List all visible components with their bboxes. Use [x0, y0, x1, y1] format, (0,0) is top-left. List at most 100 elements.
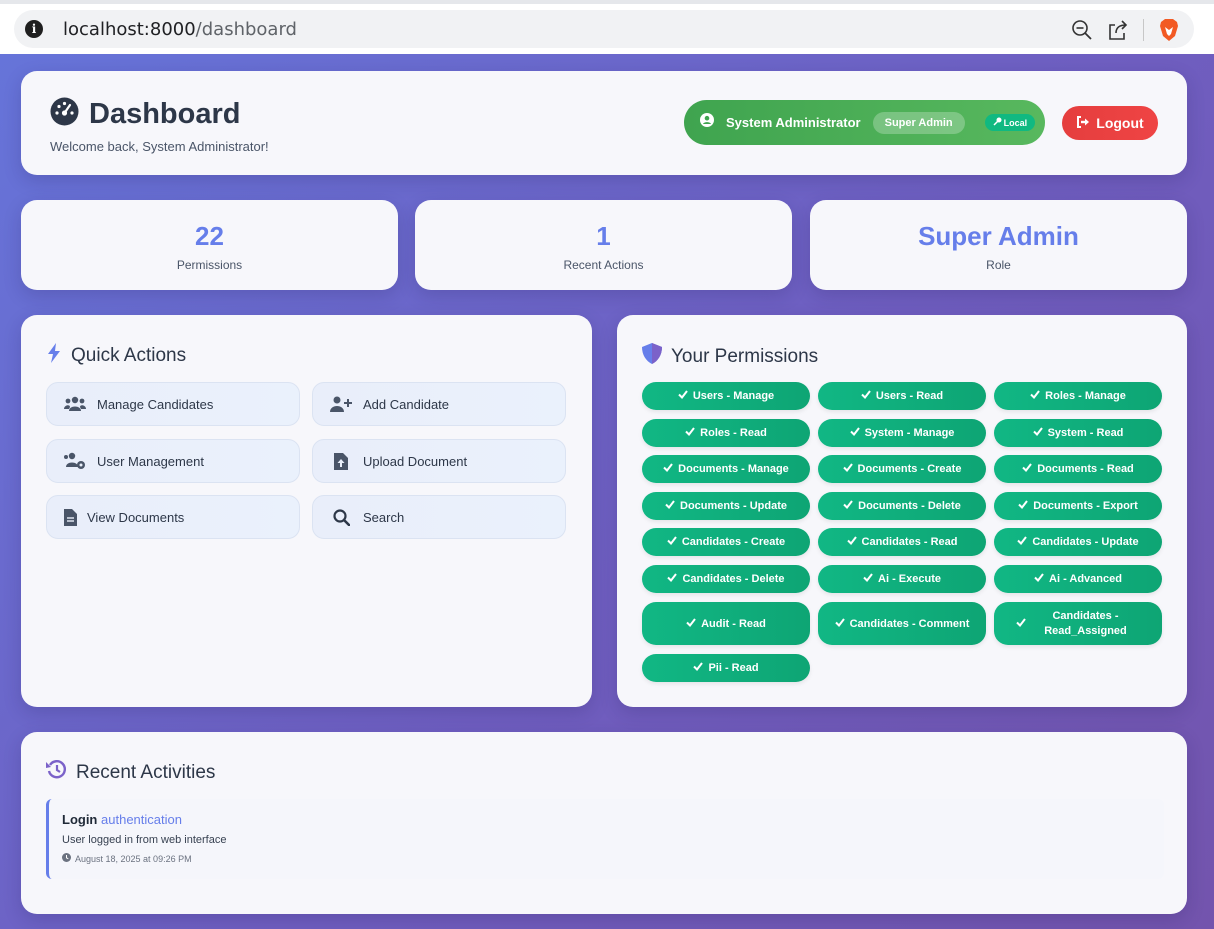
stat-value: Super Admin	[918, 221, 1079, 251]
permission-label: Documents - Read	[1037, 463, 1134, 475]
users-cog-icon	[63, 452, 87, 470]
permission-badge: Documents - Update	[642, 492, 810, 520]
search-icon	[329, 508, 353, 526]
permission-label: Users - Manage	[692, 390, 775, 402]
manage-candidates-button[interactable]: Manage Candidates	[46, 382, 300, 426]
check-icon	[1018, 500, 1029, 512]
check-icon	[693, 662, 704, 674]
brave-shield-icon[interactable]	[1158, 18, 1180, 42]
logout-label: Logout	[1096, 115, 1144, 131]
button-label: Upload Document	[363, 453, 468, 469]
address-bar[interactable]: i localhost:8000/dashboard	[14, 10, 1194, 48]
activity-timestamp: August 18, 2025 at 09:26 PM	[62, 853, 192, 864]
permission-badge: Users - Manage	[642, 382, 810, 410]
permission-label: Ai - Advanced	[1049, 573, 1122, 585]
permission-badge: Documents - Manage	[642, 455, 810, 483]
stat-label: Recent Actions	[563, 258, 644, 272]
permission-label: Roles - Manage	[1045, 390, 1126, 402]
role-badge: Super Admin	[872, 111, 965, 134]
permission-badge: Ai - Execute	[818, 565, 986, 593]
permission-badge: Roles - Read	[642, 419, 810, 447]
file-upload-icon	[329, 452, 353, 470]
permissions-heading: Your Permissions	[642, 343, 818, 370]
permission-badge: System - Read	[994, 419, 1162, 447]
permission-badge: Users - Read	[818, 382, 986, 410]
permission-badge: Roles - Manage	[994, 382, 1162, 410]
stat-label: Role	[986, 258, 1011, 272]
quick-actions-card: Quick Actions Manage Candidates Add Cand…	[21, 315, 592, 707]
permission-label: Ai - Execute	[878, 573, 941, 585]
check-icon	[863, 573, 873, 585]
permission-label: Documents - Export	[1033, 500, 1138, 512]
permission-label: System - Manage	[864, 427, 955, 439]
upload-document-button[interactable]: Upload Document	[312, 439, 566, 483]
share-icon[interactable]	[1107, 19, 1129, 41]
permission-badge: Candidates - Read	[818, 528, 986, 556]
permission-badge: Documents - Export	[994, 492, 1162, 520]
check-icon	[1032, 427, 1043, 439]
header-card: Dashboard Welcome back, System Administr…	[21, 71, 1187, 175]
permission-badge: Pii - Read	[642, 654, 810, 682]
check-icon	[1017, 536, 1028, 548]
button-label: Add Candidate	[363, 396, 450, 412]
page-title-row: Dashboard	[50, 97, 240, 131]
url-host: localhost:8000	[63, 18, 196, 40]
permission-badge: Candidates - Read_Assigned	[994, 602, 1162, 645]
quick-actions-heading: Quick Actions	[46, 343, 186, 369]
section-title: Quick Actions	[71, 345, 187, 366]
search-button[interactable]: Search	[312, 495, 566, 539]
auth-source-label: Local	[1003, 117, 1028, 128]
activity-item: Login authentication User logged in from…	[46, 799, 1164, 879]
stat-card-recent-actions: 1 Recent Actions	[415, 200, 792, 290]
user-info-pill: System Administrator Super Admin Local	[684, 100, 1045, 145]
user-circle-icon	[700, 113, 714, 132]
check-icon	[667, 536, 677, 548]
section-title: Recent Activities	[76, 761, 216, 783]
permission-badge: Candidates - Delete	[642, 565, 810, 593]
logout-button[interactable]: Logout	[1062, 106, 1158, 140]
permission-label: Candidates - Create	[681, 536, 786, 548]
permission-badge: Candidates - Create	[642, 528, 810, 556]
activity-time: August 18, 2025 at 09:26 PM	[75, 853, 192, 864]
stat-card-permissions: 22 Permissions	[21, 200, 398, 290]
activity-action: Login	[62, 812, 98, 827]
permission-label: Candidates - Read_Assigned	[1044, 609, 1127, 637]
stat-card-role: Super Admin Role	[810, 200, 1187, 290]
button-label: Search	[363, 509, 405, 525]
user-management-button[interactable]: User Management	[46, 439, 300, 483]
permission-label: Audit - Read	[701, 617, 766, 630]
stat-label: Permissions	[176, 258, 243, 272]
shield-icon	[642, 343, 662, 370]
url-text[interactable]: localhost:8000/dashboard	[63, 19, 297, 40]
stat-value: 1	[596, 221, 611, 251]
toolbar-divider	[1143, 19, 1144, 41]
check-icon	[686, 617, 696, 630]
check-icon	[1015, 617, 1026, 630]
view-documents-button[interactable]: View Documents	[46, 495, 300, 539]
permission-label: Documents - Delete	[858, 500, 961, 512]
check-icon	[849, 427, 860, 439]
permission-label: Candidates - Delete	[682, 573, 785, 585]
clock-icon	[62, 853, 71, 864]
permission-badge: System - Manage	[818, 419, 986, 447]
site-info-icon[interactable]: i	[25, 20, 43, 38]
zoom-icon[interactable]	[1071, 19, 1093, 41]
permission-badge: Documents - Delete	[818, 492, 986, 520]
browser-toolbar: i localhost:8000/dashboard	[0, 0, 1214, 54]
button-label: User Management	[97, 453, 204, 469]
add-candidate-button[interactable]: Add Candidate	[312, 382, 566, 426]
permission-badge: Candidates - Comment	[818, 602, 986, 645]
stat-value: 22	[195, 221, 224, 251]
user-name: System Administrator	[726, 115, 861, 130]
user-plus-icon	[329, 396, 353, 412]
button-label: View Documents	[87, 509, 185, 525]
recent-activities-heading: Recent Activities	[46, 759, 215, 786]
sign-out-icon	[1076, 115, 1090, 131]
activity-description: User logged in from web interface	[62, 834, 227, 846]
permission-label: Documents - Update	[680, 500, 787, 512]
permission-badge: Candidates - Update	[994, 528, 1162, 556]
permission-label: Candidates - Read	[861, 536, 958, 548]
activity-title: Login authentication	[62, 812, 182, 827]
address-bar-actions	[1071, 18, 1180, 42]
url-path: /dashboard	[195, 18, 297, 40]
